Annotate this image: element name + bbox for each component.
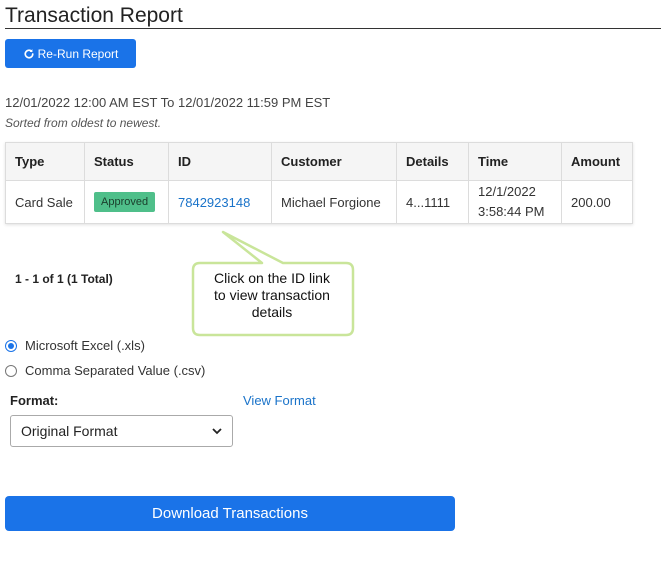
- export-option-xls[interactable]: Microsoft Excel (.xls): [5, 338, 145, 353]
- refresh-icon: [24, 48, 34, 59]
- table-row: Card Sale Approved 7842923148 Michael Fo…: [5, 180, 633, 224]
- callout-line: Click on the ID link: [214, 270, 330, 286]
- cell-status: Approved: [84, 180, 169, 224]
- title-divider: [5, 28, 661, 29]
- cell-details: 4...1111: [396, 180, 469, 224]
- export-option-csv[interactable]: Comma Separated Value (.csv): [5, 363, 205, 378]
- column-header-amount[interactable]: Amount: [561, 142, 633, 181]
- transactions-table: Type Status ID Customer Details Time Amo…: [5, 142, 633, 224]
- cell-time: 12/1/2022 3:58:44 PM: [468, 180, 562, 224]
- time-clock: 3:58:44 PM: [478, 204, 545, 219]
- radio-xls[interactable]: [5, 339, 17, 352]
- pagination-summary: 1 - 1 of 1 (1 Total): [15, 272, 113, 286]
- column-header-details[interactable]: Details: [396, 142, 469, 181]
- callout-line: to view transaction: [214, 287, 330, 303]
- cell-id: 7842923148: [168, 180, 272, 224]
- callout-text: Click on the ID link to view transaction…: [196, 270, 348, 321]
- format-select[interactable]: Original Format: [10, 415, 233, 447]
- cell-amount: 200.00: [561, 180, 633, 224]
- cell-type: Card Sale: [5, 180, 85, 224]
- chevron-down-icon: [212, 428, 222, 435]
- transaction-id-link[interactable]: 7842923148: [178, 195, 250, 210]
- cell-customer: Michael Forgione: [271, 180, 397, 224]
- time-date: 12/1/2022: [478, 184, 536, 199]
- export-option-csv-label: Comma Separated Value (.csv): [25, 363, 206, 378]
- download-transactions-button[interactable]: Download Transactions: [5, 496, 455, 531]
- page-title: Transaction Report: [5, 4, 183, 27]
- column-header-status[interactable]: Status: [84, 142, 169, 181]
- sort-note: Sorted from oldest to newest.: [5, 116, 162, 130]
- callout-line: details: [251, 304, 293, 320]
- format-select-value: Original Format: [21, 423, 118, 439]
- column-header-type[interactable]: Type: [5, 142, 85, 181]
- date-range: 12/01/2022 12:00 AM EST To 12/01/2022 11…: [5, 95, 331, 110]
- column-header-customer[interactable]: Customer: [271, 142, 397, 181]
- radio-csv[interactable]: [5, 364, 17, 377]
- status-badge: Approved: [94, 192, 156, 212]
- rerun-report-label: Re-Run Report: [37, 46, 119, 61]
- column-header-id[interactable]: ID: [168, 142, 272, 181]
- format-label: Format:: [10, 393, 59, 408]
- table-header-row: Type Status ID Customer Details Time Amo…: [5, 142, 633, 181]
- column-header-time[interactable]: Time: [468, 142, 562, 181]
- view-format-link[interactable]: View Format: [243, 393, 316, 408]
- rerun-report-button[interactable]: Re-Run Report: [5, 39, 136, 68]
- export-option-xls-label: Microsoft Excel (.xls): [25, 338, 145, 353]
